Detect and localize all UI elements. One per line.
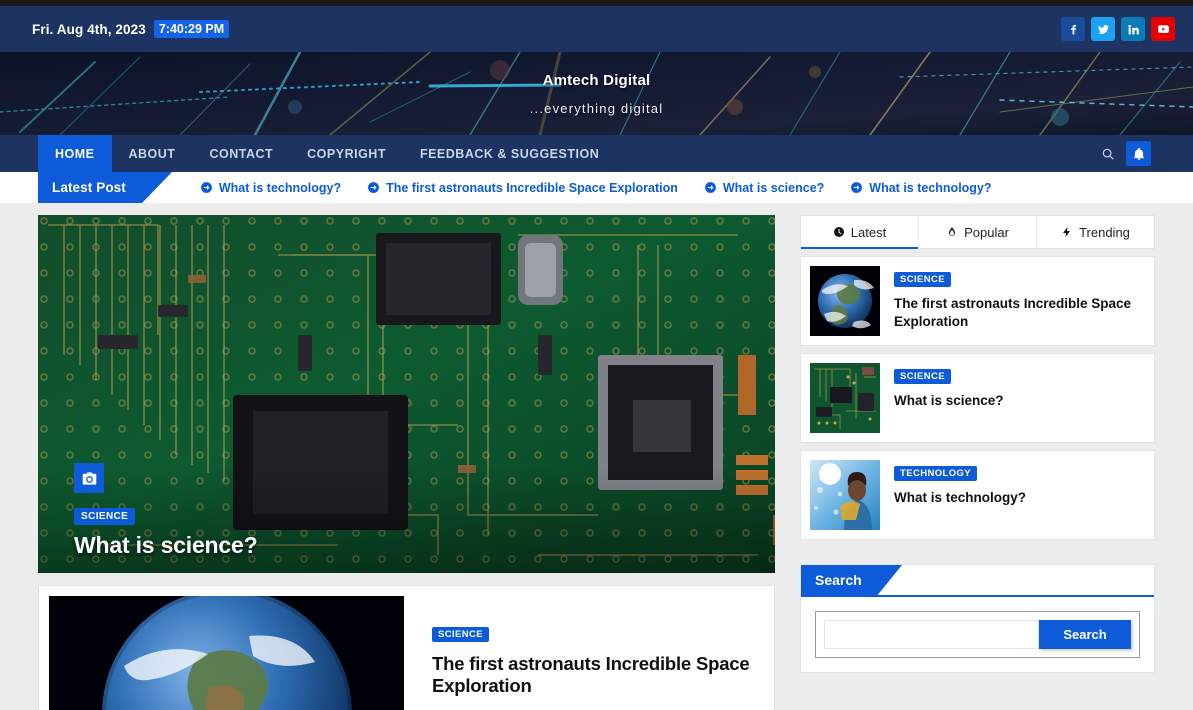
nav-item-home[interactable]: HOME bbox=[38, 135, 112, 172]
category-badge[interactable]: TECHNOLOGY bbox=[894, 466, 978, 481]
nav-label: FEEDBACK & SUGGESTION bbox=[419, 146, 600, 161]
ticker-link[interactable]: What is science? bbox=[704, 181, 824, 195]
ticker-link-label: What is technology? bbox=[218, 180, 342, 195]
nav-item-contact[interactable]: CONTACT bbox=[192, 135, 290, 172]
sidebar-post-item[interactable]: TECHNOLOGY What is technology? bbox=[800, 450, 1155, 540]
site-banner: Amtech Digital ...everything digital bbox=[0, 52, 1193, 135]
arrow-circle-right-icon bbox=[368, 182, 380, 193]
sidebar-post-body: SCIENCE The first astronauts Incredible … bbox=[894, 266, 1145, 331]
ticker-link[interactable]: The first astronauts Incredible Space Ex… bbox=[367, 181, 678, 195]
sidebar-post-body: SCIENCE What is science? bbox=[894, 363, 1004, 410]
nav-item-feedback-and-suggestion[interactable]: FEEDBACK & SUGGESTION bbox=[403, 135, 616, 172]
sidebar-thumbnail-woman-technology bbox=[810, 460, 880, 530]
search-submit-button[interactable]: Search bbox=[1039, 620, 1131, 649]
sidebar: Latest Popular Trending SCIENCE The firs… bbox=[800, 215, 1155, 710]
tab-label: Latest bbox=[850, 224, 887, 240]
category-badge[interactable]: SCIENCE bbox=[74, 508, 136, 525]
nav-item-copyright[interactable]: COPYRIGHT bbox=[290, 135, 403, 172]
youtube-icon[interactable] bbox=[1151, 17, 1175, 41]
nav-label: ABOUT bbox=[128, 146, 176, 161]
arrow-circle-right-icon bbox=[200, 182, 212, 193]
ticker-label: Latest Post bbox=[38, 172, 172, 203]
banner-background-image bbox=[0, 52, 1193, 135]
search-widget-header: Search bbox=[801, 565, 1154, 597]
search-input[interactable] bbox=[824, 620, 1039, 649]
sidebar-post-title[interactable]: What is technology? bbox=[894, 489, 1026, 507]
search-widget-body: Search bbox=[801, 597, 1154, 672]
ticker-link[interactable]: What is technology? bbox=[200, 181, 341, 195]
sidebar-thumbnail-earth bbox=[810, 266, 880, 336]
ticker-link[interactable]: What is technology? bbox=[850, 180, 992, 195]
social-links bbox=[1061, 17, 1175, 41]
ticker-link-label: The first astronauts Incredible Space Ex… bbox=[386, 180, 678, 195]
nav-label: COPYRIGHT bbox=[307, 146, 386, 161]
search-form: Search bbox=[815, 611, 1140, 658]
clock-icon bbox=[833, 227, 844, 237]
category-badge[interactable]: SCIENCE bbox=[894, 272, 952, 287]
camera-icon[interactable] bbox=[74, 463, 104, 493]
category-badge[interactable]: SCIENCE bbox=[432, 627, 490, 642]
sidebar-thumbnail-circuit bbox=[810, 363, 880, 433]
nav-item-about[interactable]: ABOUT bbox=[112, 135, 193, 172]
hero-meta: SCIENCE What is science? bbox=[74, 506, 258, 559]
tab-popular[interactable]: Popular bbox=[919, 216, 1037, 248]
tab-latest[interactable]: Latest bbox=[801, 216, 919, 249]
article-list-item: SCIENCE The first astronauts Incredible … bbox=[38, 585, 775, 710]
sidebar-post-body: TECHNOLOGY What is technology? bbox=[894, 460, 1026, 507]
sidebar-post-title[interactable]: What is science? bbox=[894, 392, 1004, 410]
arrow-circle-right-icon bbox=[704, 182, 716, 193]
ticker-items: What is technology? The first astronauts… bbox=[200, 172, 992, 203]
latest-post-ticker: Latest Post What is technology? The firs… bbox=[0, 172, 1193, 203]
nav-actions bbox=[1095, 135, 1193, 172]
hero-post-title[interactable]: What is science? bbox=[74, 532, 258, 559]
tab-label: Popular bbox=[964, 224, 1009, 240]
sidebar-post-title[interactable]: The first astronauts Incredible Space Ex… bbox=[894, 295, 1145, 331]
facebook-icon[interactable] bbox=[1061, 17, 1085, 41]
ticker-link-label: What is science? bbox=[722, 180, 825, 195]
article-title[interactable]: The first astronauts Incredible Space Ex… bbox=[432, 653, 764, 697]
bolt-icon bbox=[1063, 227, 1071, 237]
sidebar-post-item[interactable]: SCIENCE The first astronauts Incredible … bbox=[800, 256, 1155, 346]
main-navigation: HOME ABOUT CONTACT COPYRIGHT FEEDBACK & … bbox=[0, 135, 1193, 172]
tab-trending[interactable]: Trending bbox=[1037, 216, 1154, 248]
featured-post-hero[interactable]: SCIENCE What is science? bbox=[38, 215, 775, 573]
fire-icon bbox=[949, 227, 956, 236]
nav-label: HOME bbox=[55, 146, 95, 161]
top-bar: Fri. Aug 4th, 2023 7:40:29 PM bbox=[0, 6, 1193, 52]
sidebar-tabs: Latest Popular Trending bbox=[800, 215, 1155, 249]
bell-icon[interactable] bbox=[1126, 141, 1151, 166]
twitter-icon[interactable] bbox=[1091, 17, 1115, 41]
current-time: 7:40:29 PM bbox=[153, 20, 230, 38]
nav-label: CONTACT bbox=[209, 146, 274, 161]
site-tagline: ...everything digital bbox=[529, 100, 664, 116]
article-body: SCIENCE The first astronauts Incredible … bbox=[404, 596, 764, 710]
search-widget-title: Search bbox=[801, 565, 902, 597]
current-date: Fri. Aug 4th, 2023 bbox=[32, 21, 146, 37]
tab-label: Trending bbox=[1079, 224, 1130, 240]
page-body: SCIENCE What is science? SCIENCE The fir… bbox=[0, 203, 1193, 710]
article-thumbnail-earth[interactable] bbox=[49, 596, 404, 710]
category-badge[interactable]: SCIENCE bbox=[894, 369, 952, 384]
sidebar-post-item[interactable]: SCIENCE What is science? bbox=[800, 353, 1155, 443]
search-icon[interactable] bbox=[1095, 141, 1120, 166]
arrow-circle-right-icon bbox=[851, 182, 863, 193]
search-widget: Search Search bbox=[800, 564, 1155, 673]
site-title: Amtech Digital bbox=[542, 71, 651, 89]
ticker-link-label: What is technology? bbox=[869, 180, 992, 195]
linkedin-icon[interactable] bbox=[1121, 17, 1145, 41]
main-column: SCIENCE What is science? SCIENCE The fir… bbox=[38, 215, 775, 710]
